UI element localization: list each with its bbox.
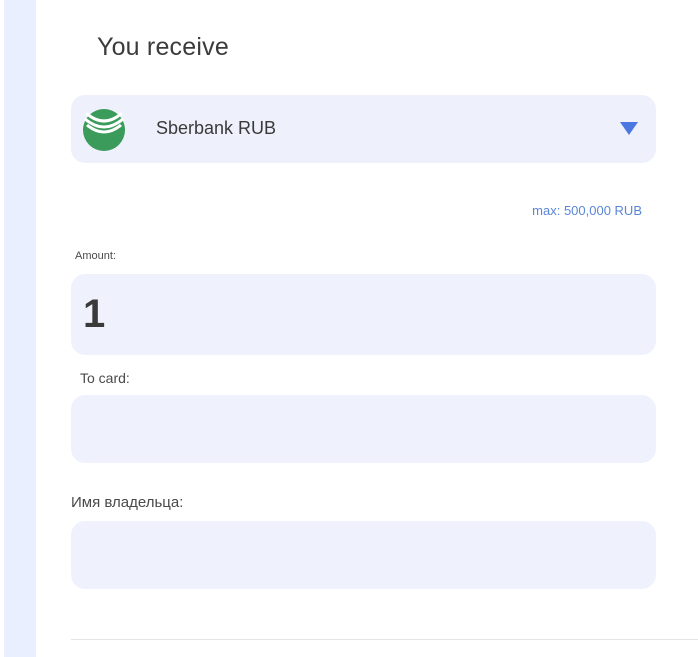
amount-input[interactable]: 1 <box>71 274 656 355</box>
left-sidebar-strip <box>4 0 36 657</box>
owner-name-label: Имя владельца: <box>71 494 184 511</box>
amount-label: Amount: <box>75 250 116 262</box>
owner-name-input[interactable] <box>71 521 656 589</box>
divider <box>71 639 698 640</box>
currency-select[interactable]: Sberbank RUB <box>71 95 656 163</box>
amount-value: 1 <box>83 292 106 336</box>
receive-title: You receive <box>97 33 229 61</box>
max-amount-label: max: 500,000 RUB <box>532 203 642 218</box>
currency-select-label: Sberbank RUB <box>156 118 277 138</box>
card-label: To card: <box>80 370 130 386</box>
sberbank-logo-icon <box>83 109 125 151</box>
card-number-input[interactable] <box>71 395 656 463</box>
triangle-down-icon[interactable] <box>620 122 638 135</box>
